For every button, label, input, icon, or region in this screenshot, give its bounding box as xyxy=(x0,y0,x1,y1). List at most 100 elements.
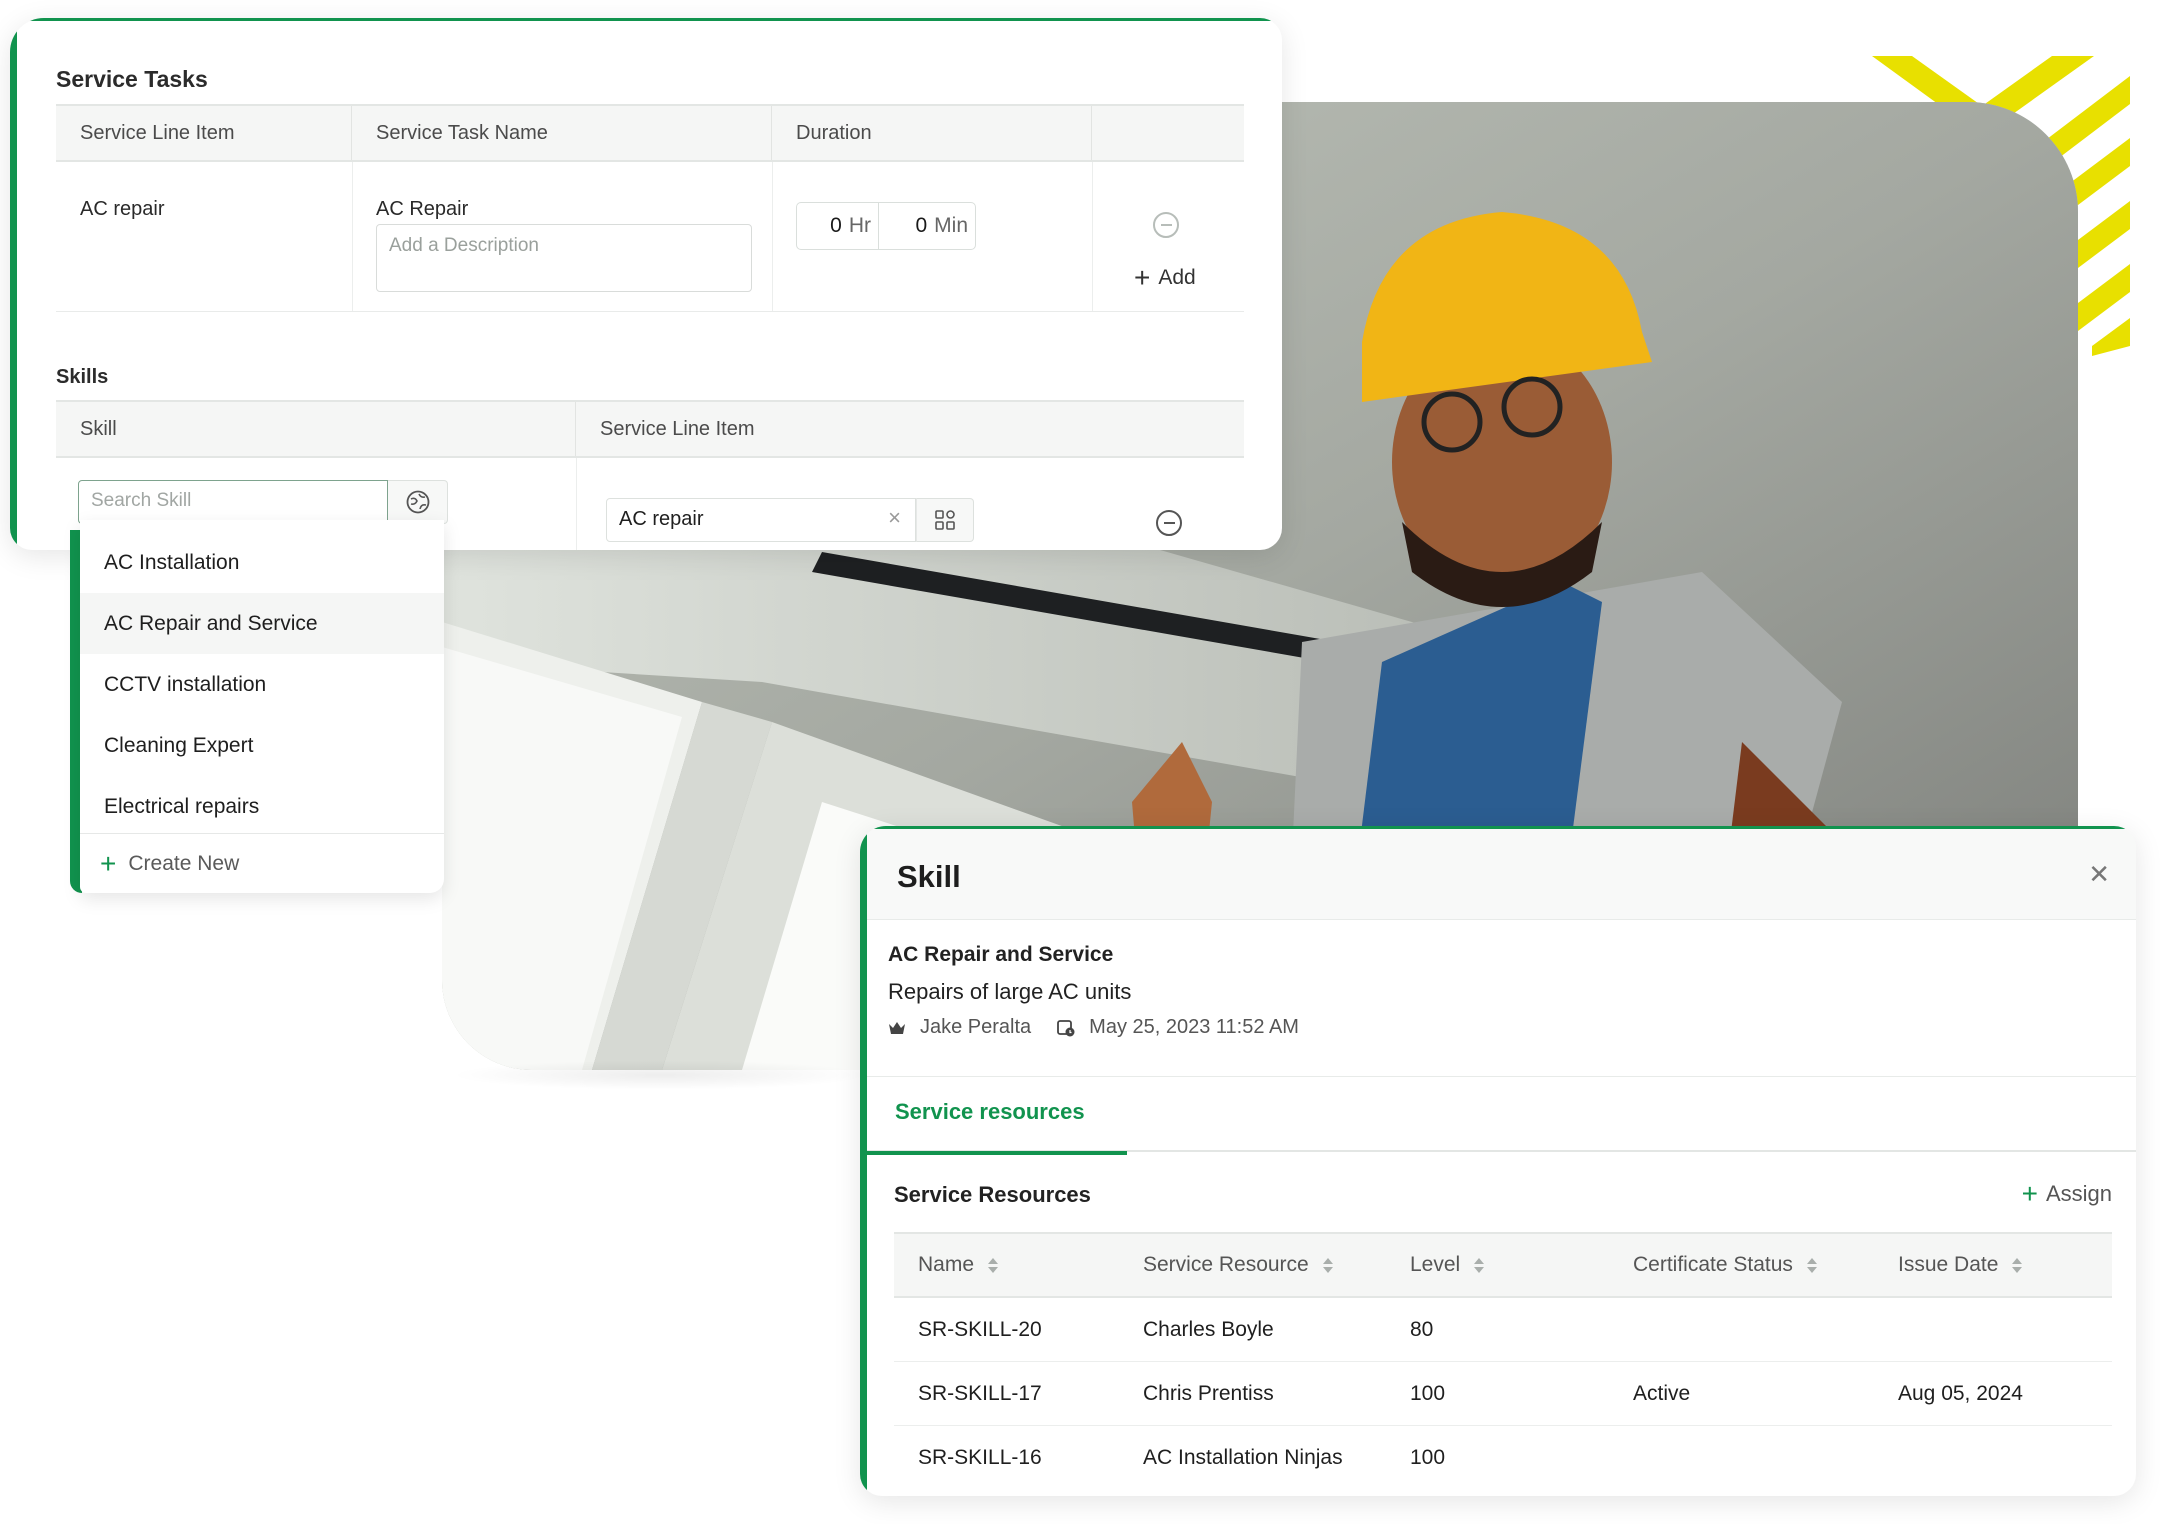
column-divider xyxy=(1092,162,1093,311)
skill-meta: Jake Peralta May 25, 2023 11:52 AM xyxy=(888,1016,1325,1039)
service-line-item-value: AC repair xyxy=(619,508,704,530)
service-line-item-value: AC repair xyxy=(80,198,165,220)
column-divider xyxy=(576,458,577,550)
skills-table-header: Skill Service Line Item xyxy=(56,400,1244,458)
service-tasks-table-header: Service Line Item Service Task Name Dura… xyxy=(56,104,1244,162)
column-header-skill: Skill xyxy=(56,402,576,456)
grid-icon xyxy=(935,510,955,530)
column-header-certificate-status[interactable]: Certificate Status xyxy=(1633,1234,1817,1296)
assign-label: Assign xyxy=(2045,1181,2112,1206)
cell-name[interactable]: SR-SKILL-16 xyxy=(918,1426,1042,1490)
column-header-service-line-item: Service Line Item xyxy=(56,106,352,160)
create-new-skill-button[interactable]: + Create New xyxy=(80,833,444,893)
column-header-actions xyxy=(1092,106,1244,160)
dropdown-option[interactable]: CCTV installation xyxy=(80,654,444,715)
service-line-item-lookup-button[interactable] xyxy=(916,498,974,542)
close-icon[interactable]: ✕ xyxy=(2088,859,2110,890)
skill-description: Repairs of large AC units xyxy=(888,979,1132,1004)
cell-level: 100 xyxy=(1410,1446,1446,1469)
sort-icon[interactable] xyxy=(2012,1257,2023,1273)
duration-minutes-field[interactable]: 0 Min xyxy=(879,203,975,249)
owner-name[interactable]: Jake Peralta xyxy=(920,1016,1031,1039)
duration-input[interactable]: 0 Hr 0 Min xyxy=(796,202,976,250)
skill-lookup-button[interactable] xyxy=(388,480,448,524)
accent-bar xyxy=(860,826,867,1496)
panel-title: Skill xyxy=(897,859,961,894)
skill-name: AC Repair and Service xyxy=(888,943,1114,966)
service-resources-title: Service Resources xyxy=(894,1182,1091,1207)
hours-value: 0 xyxy=(830,214,842,237)
remove-task-icon[interactable] xyxy=(1153,212,1179,238)
clear-icon[interactable]: × xyxy=(888,505,901,531)
plus-icon: + xyxy=(100,847,117,879)
column-divider xyxy=(772,162,773,311)
task-name-value[interactable]: AC Repair xyxy=(376,198,468,221)
cell-issue-date: Aug 05, 2024 xyxy=(1898,1381,2023,1405)
skill-dropdown: AC Installation AC Repair and Service CC… xyxy=(70,520,444,893)
minutes-value: 0 xyxy=(915,214,928,237)
tab-service-resources[interactable]: Service resources xyxy=(867,1077,1127,1155)
column-header-issue-date[interactable]: Issue Date xyxy=(1898,1234,2023,1296)
cell-certificate-status: Active xyxy=(1633,1381,1691,1405)
puzzle-globe-icon xyxy=(406,490,429,514)
service-tasks-card: Service Tasks Service Line Item Service … xyxy=(10,18,1282,550)
cell-name[interactable]: SR-SKILL-17 xyxy=(918,1362,1042,1425)
search-skill-input[interactable]: Search Skill xyxy=(78,480,388,524)
photo-shadow xyxy=(450,1060,870,1090)
column-header-level[interactable]: Level xyxy=(1410,1234,1485,1296)
minutes-unit: Min xyxy=(934,214,968,237)
assign-button[interactable]: + Assign xyxy=(2022,1180,2112,1208)
cell-level: 100 xyxy=(1410,1381,1446,1405)
cell-service-resource: Charles Boyle xyxy=(1143,1317,1274,1341)
cell-service-resource: AC Installation Ninjas xyxy=(1143,1446,1343,1469)
hours-unit: Hr xyxy=(848,214,871,237)
table-row[interactable]: SR-SKILL-20 Charles Boyle 80 xyxy=(894,1298,2112,1362)
skills-title: Skills xyxy=(56,366,109,388)
tab-label: Service resources xyxy=(895,1099,1085,1124)
column-label: Level xyxy=(1410,1253,1461,1276)
column-header-name[interactable]: Name xyxy=(918,1234,999,1296)
cell-name[interactable]: SR-SKILL-20 xyxy=(918,1298,1042,1361)
cell-level: 80 xyxy=(1410,1317,1434,1341)
column-divider xyxy=(352,162,353,311)
panel-tabs: Service resources xyxy=(867,1076,2136,1155)
dropdown-option[interactable]: Cleaning Expert xyxy=(80,715,444,776)
dropdown-option[interactable]: AC Repair and Service xyxy=(80,593,444,654)
service-resources-table: Name Service Resource Level Certificate … xyxy=(894,1232,2112,1490)
crown-icon xyxy=(888,1020,906,1036)
column-label: Certificate Status xyxy=(1633,1253,1793,1276)
sort-icon[interactable] xyxy=(988,1257,999,1273)
duration-hours-field[interactable]: 0 Hr xyxy=(797,203,879,249)
accent-bar-top xyxy=(10,18,1282,21)
sort-icon[interactable] xyxy=(1806,1257,1817,1273)
column-header-service-line-item: Service Line Item xyxy=(600,418,755,440)
accent-bar xyxy=(10,18,17,550)
remove-skill-icon[interactable] xyxy=(1156,510,1182,536)
column-header-duration: Duration xyxy=(772,106,1092,160)
cell-service-resource: Chris Prentiss xyxy=(1143,1381,1274,1405)
table-row[interactable]: SR-SKILL-16 AC Installation Ninjas 100 xyxy=(894,1426,2112,1490)
sort-icon[interactable] xyxy=(1322,1257,1333,1273)
table-header: Name Service Resource Level Certificate … xyxy=(894,1232,2112,1298)
column-header-service-resource[interactable]: Service Resource xyxy=(1143,1234,1333,1296)
skill-dropdown-list: AC Installation AC Repair and Service CC… xyxy=(80,520,444,893)
service-line-item-input[interactable]: AC repair × xyxy=(606,498,916,542)
add-task-label: Add xyxy=(1158,266,1196,289)
column-header-service-task-name: Service Task Name xyxy=(352,106,772,160)
add-task-button[interactable]: + Add xyxy=(1134,264,1196,292)
created-timestamp: May 25, 2023 11:52 AM xyxy=(1089,1016,1299,1038)
create-new-label: Create New xyxy=(128,851,240,875)
panel-header: Skill ✕ xyxy=(867,829,2136,920)
service-tasks-title: Service Tasks xyxy=(56,66,208,92)
column-label: Service Resource xyxy=(1143,1253,1309,1276)
dropdown-option[interactable]: Electrical repairs xyxy=(80,776,444,837)
column-label: Issue Date xyxy=(1898,1253,1999,1276)
plus-icon: + xyxy=(1134,262,1151,293)
service-task-row: AC repair AC Repair Add a Description 0 … xyxy=(56,162,1244,312)
sort-icon[interactable] xyxy=(1474,1257,1485,1273)
table-row[interactable]: SR-SKILL-17 Chris Prentiss 100 Active Au… xyxy=(894,1362,2112,1426)
task-description-input[interactable]: Add a Description xyxy=(376,224,752,292)
column-label: Name xyxy=(918,1253,975,1276)
plus-icon: + xyxy=(2021,1178,2038,1209)
dropdown-option[interactable]: AC Installation xyxy=(80,532,444,593)
